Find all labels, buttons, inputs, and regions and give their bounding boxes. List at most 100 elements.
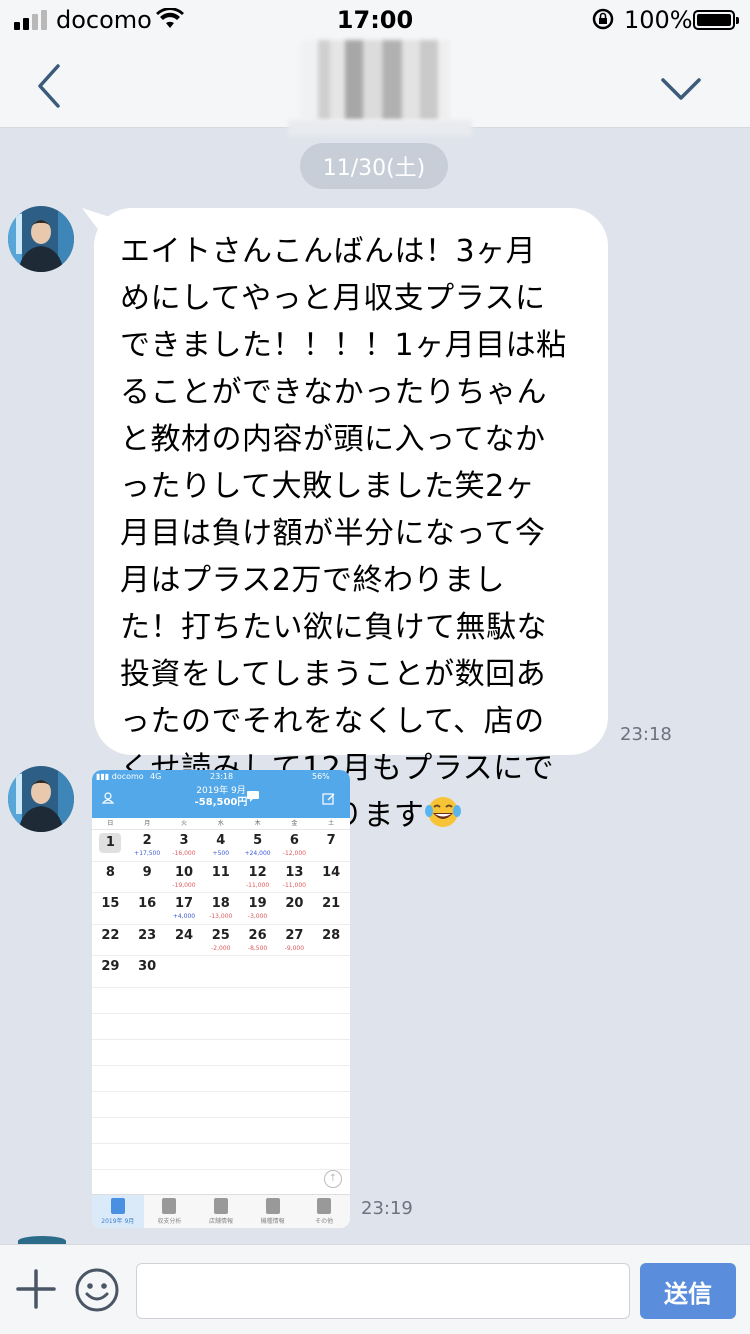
weekday-label: 金 xyxy=(291,820,298,827)
top-bar: docomo 17:00 100% xyxy=(0,0,750,136)
day-balance: -9,000 xyxy=(284,944,305,952)
tab-label: 機種情報 xyxy=(260,1218,285,1225)
day-number: 19 xyxy=(248,896,267,911)
day-balance: -12,000 xyxy=(282,850,306,857)
calendar-day: 4 +500 xyxy=(202,830,239,861)
day-balance: -16,000 xyxy=(172,850,196,857)
tab-icon xyxy=(265,1198,280,1214)
calendar-grid: 1 2 +17,500 3 -16,000 4 +500 5 +24,000 6 -12,000 7 8… xyxy=(92,830,350,988)
battery-percent: 100% xyxy=(624,6,693,34)
message-text: エイトさんこんばんは！3ヶ月 めにしてやっと月収支プラスに できました！！！！1… xyxy=(120,228,592,839)
weekday-label: 木 xyxy=(254,820,261,827)
calendar-day: 8 xyxy=(92,862,129,893)
app-tab: 2019年 9月 xyxy=(92,1195,144,1228)
day-balance: +17,500 xyxy=(134,850,161,857)
message-time: 23:18 xyxy=(620,724,672,745)
day-balance: -3,000 xyxy=(247,913,268,920)
tab-label: 収支分析 xyxy=(157,1218,182,1225)
status-bar: docomo 17:00 100% xyxy=(0,0,750,40)
calendar-day: 17 +4,000 xyxy=(166,893,203,924)
screenshot-battery: 56% xyxy=(312,772,330,781)
day-number: 5 xyxy=(253,833,263,848)
weekday-label: 水 xyxy=(217,820,224,827)
calendar-week: 22 23 24 25 -2,000 26 -8,500 27 -9,000 28 xyxy=(92,925,350,956)
day-number: 14 xyxy=(322,864,341,880)
calendar-day: 6 -12,000 xyxy=(276,830,313,861)
day-balance: -11,000 xyxy=(282,881,306,889)
calendar-day: 27 -9,000 xyxy=(276,925,313,956)
day-number: 6 xyxy=(289,833,299,848)
calendar-week: 8 9 10 -19,000 11 12 -11,000 13 -11,000 14 xyxy=(92,862,350,893)
calendar-day: 26 -8,500 xyxy=(239,925,276,956)
message-input[interactable] xyxy=(136,1263,630,1319)
calendar-day: 29 xyxy=(92,956,129,987)
calendar-day: 22 xyxy=(92,925,129,956)
calendar-day: 19 -3,000 xyxy=(239,893,276,924)
battery-icon xyxy=(693,10,739,30)
day-number: 13 xyxy=(285,864,304,880)
tab-label: 店舗情報 xyxy=(208,1218,233,1225)
weekday-label: 月 xyxy=(144,820,151,827)
day-number: 10 xyxy=(174,864,194,880)
calendar-day: 7 xyxy=(313,830,350,861)
day-balance: +4,000 xyxy=(172,913,196,920)
send-button[interactable]: 送信 xyxy=(640,1263,736,1319)
tab-label: 2019年 9月 xyxy=(101,1218,135,1225)
day-number: 24 xyxy=(174,927,194,943)
calendar-day: 30 xyxy=(129,956,166,987)
day-balance: +500 xyxy=(212,850,230,857)
message-bubble[interactable]: エイトさんこんばんは！3ヶ月 めにしてやっと月収支プラスに できました！！！！1… xyxy=(94,208,608,833)
avatar-photo xyxy=(8,766,74,832)
day-balance: +24,000 xyxy=(244,850,271,857)
calendar-day: 21 xyxy=(313,893,350,924)
day-number: 21 xyxy=(322,896,341,911)
weekday-label: 火 xyxy=(180,820,187,827)
avatar[interactable] xyxy=(8,206,74,272)
day-number: 30 xyxy=(138,959,157,974)
chevron-down-icon[interactable] xyxy=(660,74,702,104)
message-time: 23:19 xyxy=(361,1198,413,1219)
plus-icon[interactable] xyxy=(16,1269,56,1309)
day-balance: -2,000 xyxy=(211,944,231,952)
calendar-day: 24 xyxy=(166,925,203,956)
back-arrow-icon[interactable] xyxy=(30,62,70,110)
calendar-day: 12 -11,000 xyxy=(239,862,276,893)
day-number: 27 xyxy=(285,927,304,943)
month-summary: 2019年 9月 -58,500円 xyxy=(92,786,350,809)
image-message[interactable]: ▮▮▮ docomo 4G 23:18 56% 2019年 9月 -58,500… xyxy=(92,770,350,1228)
calendar-day: 11 xyxy=(202,862,239,893)
calendar-day: 2 +17,500 xyxy=(129,830,166,861)
screenshot-status-bar: ▮▮▮ docomo 4G 23:18 56% xyxy=(92,770,350,784)
screenshot-time: 23:18 xyxy=(210,772,234,781)
calendar-day: 9 xyxy=(129,862,166,893)
emoji-icon[interactable] xyxy=(74,1267,120,1313)
day-number: 1 xyxy=(99,833,122,853)
tears-of-joy-emoji-icon xyxy=(425,797,462,827)
screenshot-carrier-label: docomo xyxy=(111,772,144,781)
day-number: 25 xyxy=(211,927,230,943)
edit-icon xyxy=(322,793,335,805)
avatar-photo xyxy=(8,206,74,272)
calendar-day: 5 +24,000 xyxy=(239,830,276,861)
avatar[interactable] xyxy=(8,766,74,832)
date-separator: 11/30(土) xyxy=(300,143,448,189)
app-tab: 収支分析 xyxy=(144,1195,196,1228)
day-number: 4 xyxy=(216,833,226,848)
calendar-day: 23 xyxy=(129,925,166,956)
month-label: 2019年 9月 xyxy=(196,786,246,796)
weekday-label: 日 xyxy=(107,820,114,827)
day-number: 7 xyxy=(326,833,336,848)
calendar-day: 14 xyxy=(313,862,350,893)
day-balance: -8,500 xyxy=(247,944,268,952)
day-balance: -13,000 xyxy=(209,913,233,920)
chat-title-redacted xyxy=(300,40,450,120)
day-number: 29 xyxy=(101,959,120,974)
day-number: 11 xyxy=(211,864,230,880)
calendar-day: 1 xyxy=(92,830,129,861)
day-balance: -11,000 xyxy=(246,881,270,889)
day-number: 15 xyxy=(101,896,120,911)
calendar-empty-area: ↑ xyxy=(92,987,350,1196)
calendar-day: 25 -2,000 xyxy=(202,925,239,956)
calendar-day: 20 xyxy=(276,893,313,924)
month-total: -58,500円 xyxy=(194,797,248,808)
